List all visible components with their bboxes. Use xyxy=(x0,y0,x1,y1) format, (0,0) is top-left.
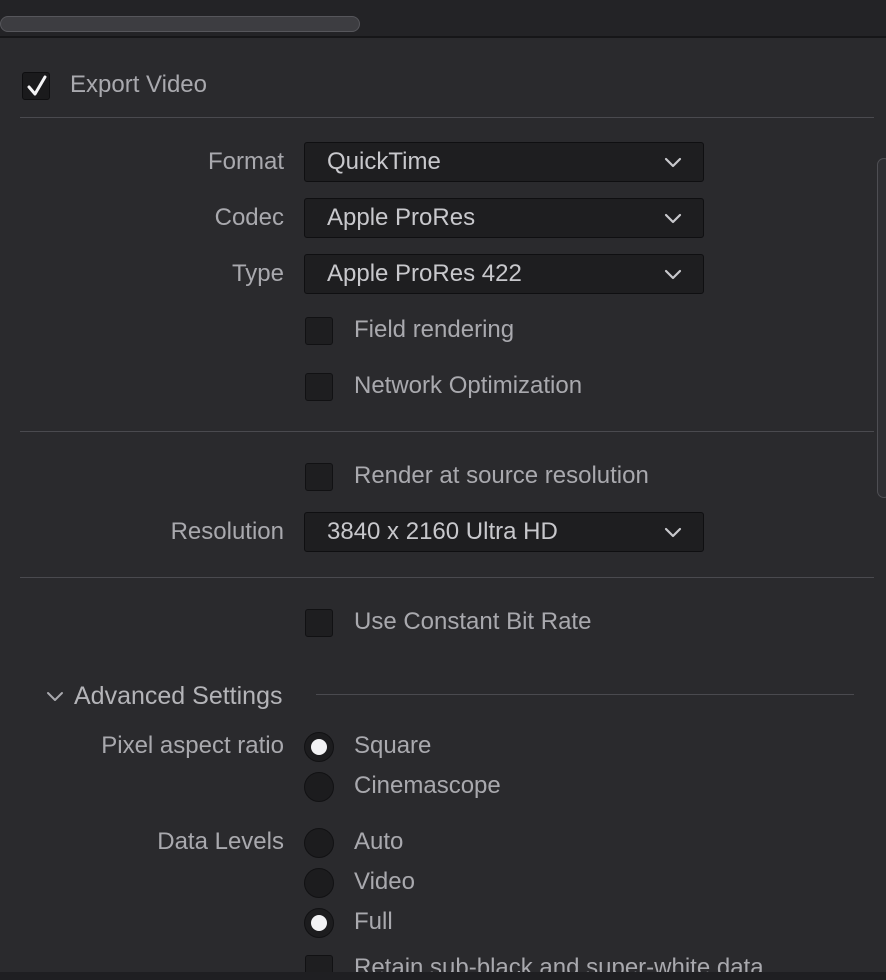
checkmark-icon xyxy=(27,75,47,96)
advanced-settings-toggle[interactable]: Advanced Settings xyxy=(74,681,282,711)
format-select[interactable]: QuickTime xyxy=(304,142,704,182)
radio-label-square: Square xyxy=(354,732,432,759)
render-at-source-resolution-checkbox[interactable] xyxy=(305,463,333,491)
radio-selected-dot xyxy=(311,915,327,931)
radio-square[interactable] xyxy=(304,732,334,762)
radio-auto[interactable] xyxy=(304,828,334,858)
codec-label: Codec xyxy=(214,204,284,231)
radio-label-auto: Auto xyxy=(354,828,404,855)
divider xyxy=(20,577,874,578)
export-video-label: Export Video xyxy=(70,71,207,98)
divider xyxy=(20,431,874,432)
field-rendering-label: Field rendering xyxy=(354,316,515,343)
data-levels-label: Data Levels xyxy=(157,828,284,855)
type-label: Type xyxy=(231,260,284,287)
resolution-value: 3840 x 2160 Ultra HD xyxy=(327,518,558,545)
section-divider xyxy=(316,694,854,695)
radio-video[interactable] xyxy=(304,868,334,898)
format-value: QuickTime xyxy=(327,148,441,175)
use-constant-bit-rate-label: Use Constant Bit Rate xyxy=(354,608,592,635)
network-optimization-label: Network Optimization xyxy=(354,372,583,399)
chevron-down-icon[interactable] xyxy=(44,688,66,706)
radio-selected-dot xyxy=(311,739,327,755)
panel-bottom-edge xyxy=(0,972,886,980)
render-at-source-resolution-label: Render at source resolution xyxy=(354,462,649,489)
chevron-down-icon xyxy=(664,269,682,280)
resolution-select[interactable]: 3840 x 2160 Ultra HD xyxy=(304,512,704,552)
chevron-down-icon xyxy=(664,213,682,224)
chevron-down-icon xyxy=(664,157,682,168)
radio-label-cinemascope: Cinemascope xyxy=(354,772,501,799)
panel-header-bar xyxy=(0,0,886,38)
use-constant-bit-rate-checkbox[interactable] xyxy=(305,609,333,637)
radio-cinemascope[interactable] xyxy=(304,772,334,802)
field-rendering-checkbox[interactable] xyxy=(305,317,333,345)
codec-select[interactable]: Apple ProRes xyxy=(304,198,704,238)
type-select[interactable]: Apple ProRes 422 xyxy=(304,254,704,294)
vertical-scrollbar-thumb[interactable] xyxy=(877,158,886,498)
divider xyxy=(20,117,874,118)
pixel-aspect-ratio-label: Pixel aspect ratio xyxy=(101,732,284,759)
resolution-label: Resolution xyxy=(170,518,284,545)
type-value: Apple ProRes 422 xyxy=(327,260,522,287)
format-label: Format xyxy=(207,148,284,175)
render-settings-panel: Export Video Format QuickTime Codec Appl… xyxy=(0,0,886,980)
radio-label-video: Video xyxy=(354,868,415,895)
horizontal-scrollbar-thumb[interactable] xyxy=(0,16,360,32)
chevron-down-icon xyxy=(664,527,682,538)
export-video-checkbox[interactable] xyxy=(22,72,50,100)
network-optimization-checkbox[interactable] xyxy=(305,373,333,401)
codec-value: Apple ProRes xyxy=(327,204,476,231)
radio-label-full: Full xyxy=(354,908,393,935)
radio-full[interactable] xyxy=(304,908,334,938)
